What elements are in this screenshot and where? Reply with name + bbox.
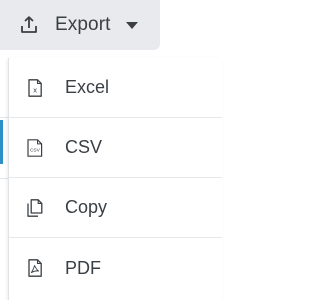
menu-item-label: CSV [65,137,103,157]
export-menu: x Excel CSV CSV Copy PDF [8,58,222,300]
menu-item-copy[interactable]: Copy [9,178,222,238]
menu-item-pdf[interactable]: PDF [9,238,222,298]
menu-item-label: Copy [65,197,108,217]
excel-file-icon: x [25,77,45,99]
upload-icon [18,14,40,36]
copy-icon [25,197,45,219]
excel-icon-text: x [33,85,37,94]
csv-file-icon: CSV [25,137,45,159]
export-button-label: Export [55,14,111,35]
csv-icon-text: CSV [30,147,41,153]
menu-item-label: PDF [65,257,101,278]
caret-down-icon [125,20,139,30]
menu-item-csv[interactable]: CSV CSV [9,118,222,178]
menu-item-label: Excel [65,77,110,97]
export-button[interactable]: Export [0,0,160,50]
menu-item-excel[interactable]: x Excel [9,58,222,118]
pdf-file-icon [25,257,45,279]
background-accent-bar [0,120,3,164]
export-dropdown-screen: Export x Excel CSV CSV Copy PDF [0,0,222,300]
